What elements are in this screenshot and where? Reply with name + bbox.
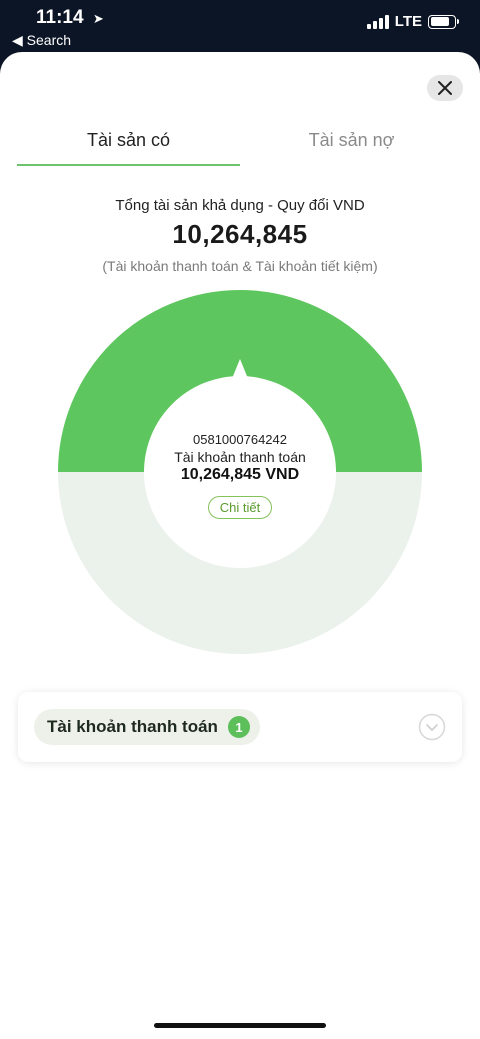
total-assets-note: (Tài khoản thanh toán & Tài khoản tiết k… [102,258,378,274]
back-to-search-link[interactable]: ◀ Search [12,32,71,49]
close-button[interactable] [427,75,463,101]
tab-assets[interactable]: Tài sản có [17,114,240,166]
account-group-chip: Tài khoản thanh toán 1 [34,709,260,745]
battery-icon [428,14,459,29]
selected-account-info: 0581000764242 Tài khoản thanh toán 10,26… [140,432,340,519]
network-label: LTE [394,13,422,30]
total-assets-label: Tổng tài sản khả dụng - Quy đổi VND [115,197,365,214]
location-arrow-icon: ➤ [92,11,104,26]
status-time: 11:14 ➤ [36,7,104,29]
chevron-down-icon[interactable] [418,713,446,741]
home-indicator [154,1023,326,1028]
status-bar: 11:14 ➤ ◀ Search LTE [0,0,480,52]
account-group-card[interactable]: Tài khoản thanh toán 1 [18,692,462,762]
status-indicators: LTE [366,13,459,30]
account-number: 0581000764242 [193,432,287,447]
close-icon [438,81,452,95]
account-balance: 10,264,845 VND [180,466,300,483]
account-group-label: Tài khoản thanh toán [47,717,218,736]
tab-liabilities[interactable]: Tài sản nợ [240,114,463,166]
detail-button[interactable]: Chi tiết [207,496,273,519]
account-count-badge: 1 [227,716,250,738]
asset-tabs: Tài sản có Tài sản nợ [0,114,480,166]
signal-icon [366,14,389,29]
total-assets-amount: 10,264,845 [172,219,308,249]
clock-text: 11:14 [36,7,84,28]
account-type: Tài khoản thanh toán [174,449,306,465]
asset-sheet: Tài sản có Tài sản nợ Tổng tài sản khả d… [0,52,480,1039]
